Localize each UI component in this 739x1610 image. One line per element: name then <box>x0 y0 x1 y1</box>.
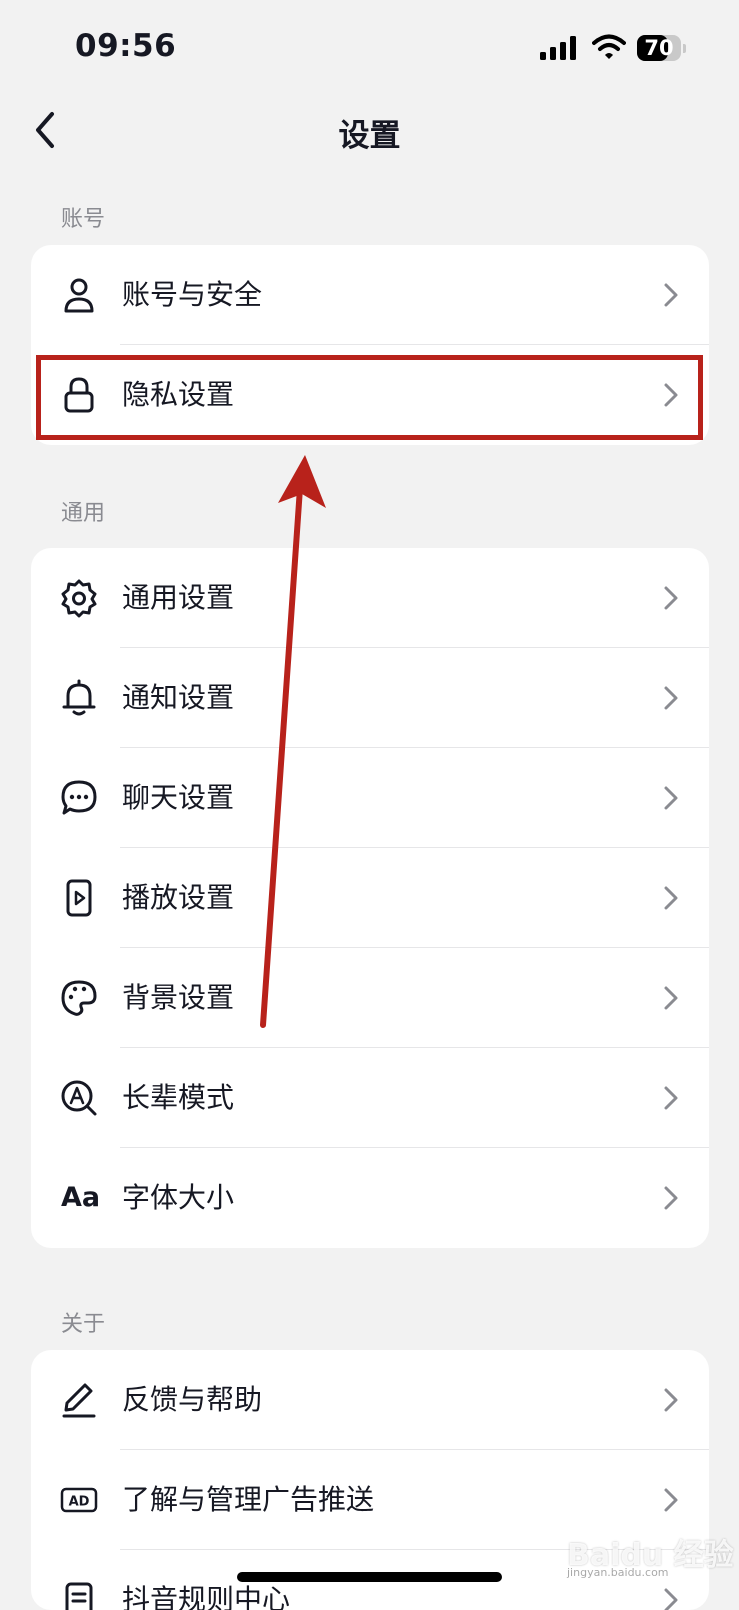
settings-item-label: 长辈模式 <box>122 1081 235 1114</box>
font-size-icon: Aa <box>61 1182 101 1213</box>
about-settings-card: 反馈与帮助 AD 了解与管理广告推送 抖音规则中心 <box>31 1350 709 1610</box>
chevron-right-icon <box>664 1588 678 1610</box>
settings-item-account-security[interactable]: 账号与安全 <box>31 245 709 345</box>
chevron-right-icon <box>664 383 678 407</box>
cellular-signal-icon <box>540 36 576 60</box>
chevron-right-icon <box>664 1086 678 1110</box>
settings-item-ad-management[interactable]: AD 了解与管理广告推送 <box>31 1450 709 1550</box>
page-title: 设置 <box>338 118 401 154</box>
settings-item-general[interactable]: 通用设置 <box>31 548 709 648</box>
settings-item-label: 隐私设置 <box>122 378 235 411</box>
section-title-about: 关于 <box>61 1312 106 1337</box>
account-settings-card: 账号与安全 隐私设置 <box>31 245 709 445</box>
settings-item-chat[interactable]: 聊天设置 <box>31 748 709 848</box>
bell-icon <box>62 679 96 716</box>
settings-item-label: 通知设置 <box>122 681 235 714</box>
general-settings-card: 通用设置 通知设置 聊天设置 播放设置 背景设置 长辈模式 Aa 字体大小 <box>31 548 709 1248</box>
settings-item-playback[interactable]: 播放设置 <box>31 848 709 948</box>
settings-item-elder-mode[interactable]: 长辈模式 <box>31 1048 709 1148</box>
person-icon <box>64 278 94 313</box>
wifi-icon <box>592 34 626 59</box>
play-icon <box>66 879 92 917</box>
settings-item-label: 账号与安全 <box>122 278 263 311</box>
settings-item-label: 反馈与帮助 <box>122 1383 263 1416</box>
settings-item-label: 通用设置 <box>122 581 235 614</box>
settings-item-feedback[interactable]: 反馈与帮助 <box>31 1350 709 1450</box>
nav-bar: 设置 <box>0 100 739 160</box>
settings-item-notifications[interactable]: 通知设置 <box>31 648 709 748</box>
home-indicator <box>237 1572 502 1582</box>
chevron-right-icon <box>664 1488 678 1512</box>
chevron-right-icon <box>664 786 678 810</box>
section-title-account: 账号 <box>61 207 106 232</box>
settings-item-label: 聊天设置 <box>122 781 235 814</box>
document-icon <box>65 1582 93 1610</box>
chevron-right-icon <box>664 886 678 910</box>
battery-icon: 70 <box>637 35 686 61</box>
settings-item-label: 播放设置 <box>122 881 235 914</box>
settings-item-font-size[interactable]: Aa 字体大小 <box>31 1148 709 1248</box>
pen-icon <box>62 1383 96 1418</box>
settings-item-background[interactable]: 背景设置 <box>31 948 709 1048</box>
magnifier-a-icon <box>61 1080 97 1116</box>
settings-item-label: 字体大小 <box>122 1181 235 1214</box>
chevron-right-icon <box>664 986 678 1010</box>
ad-icon-text: AD <box>69 1495 90 1510</box>
battery-percent: 70 <box>644 36 674 60</box>
chevron-right-icon <box>664 1388 678 1412</box>
settings-item-privacy[interactable]: 隐私设置 <box>31 345 709 445</box>
status-bar: 09:56 70 <box>0 0 739 100</box>
status-time: 09:56 <box>75 28 177 64</box>
chevron-right-icon <box>664 686 678 710</box>
gear-icon <box>61 579 97 618</box>
palette-icon <box>61 980 97 1016</box>
chevron-right-icon <box>664 1186 678 1210</box>
chevron-right-icon <box>664 586 678 610</box>
chevron-right-icon <box>664 283 678 307</box>
settings-item-label: 背景设置 <box>122 981 235 1014</box>
lock-icon <box>64 377 94 413</box>
settings-item-label: 了解与管理广告推送 <box>122 1483 375 1516</box>
section-title-general: 通用 <box>61 501 106 526</box>
ad-icon: AD <box>60 1487 98 1513</box>
chat-bubble-icon <box>61 780 97 815</box>
